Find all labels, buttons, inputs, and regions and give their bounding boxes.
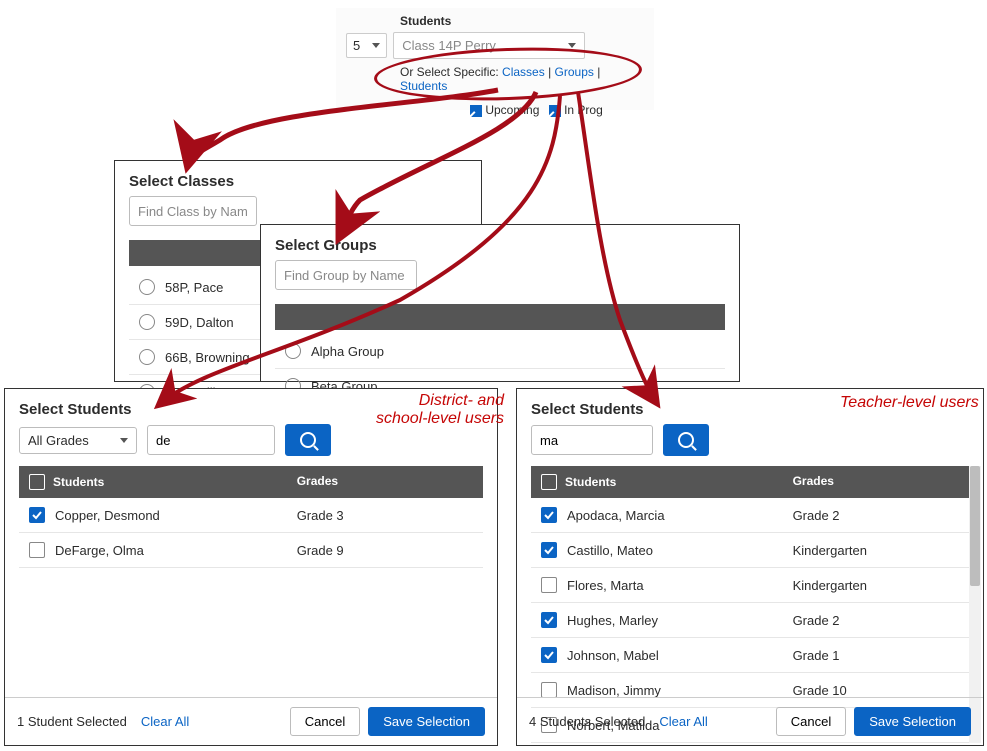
select-all-checkbox[interactable] xyxy=(29,474,45,490)
panel-title: Select Classes xyxy=(115,161,481,196)
radio-icon[interactable] xyxy=(139,349,155,365)
row-checkbox[interactable] xyxy=(541,542,557,558)
student-name: Madison, Jimmy xyxy=(567,683,661,698)
upcoming-checkbox[interactable] xyxy=(470,105,482,117)
student-name: Copper, Desmond xyxy=(55,508,160,523)
table-header: Students Grades xyxy=(531,466,969,498)
status-filters: Upcoming In Prog xyxy=(470,103,644,117)
students-rows: Copper, Desmond Grade 3 DeFarge, Olma Grade… xyxy=(19,498,483,568)
page-size-value: 5 xyxy=(353,38,360,53)
student-grade: Kindergarten xyxy=(783,569,969,602)
col-grades: Grades xyxy=(783,466,969,498)
student-name: Castillo, Mateo xyxy=(567,543,653,558)
table-row[interactable]: Castillo, Mateo Kindergarten xyxy=(531,533,969,568)
selected-count: 4 Students Selected xyxy=(529,714,645,729)
row-checkbox[interactable] xyxy=(29,542,45,558)
student-search-input[interactable] xyxy=(147,425,275,455)
panel-title: Select Groups xyxy=(261,225,739,260)
select-students-panel-district: Select Students All Grades Students Grad… xyxy=(4,388,498,746)
select-all-checkbox[interactable] xyxy=(541,474,557,490)
class-name: 66B, Browning xyxy=(165,350,250,365)
student-grade: Grade 3 xyxy=(287,499,483,532)
col-grades: Grades xyxy=(287,466,483,498)
find-group-input[interactable] xyxy=(275,260,417,290)
panel-footer: 4 Students Selected Clear All Cancel Sav… xyxy=(517,697,983,745)
radio-icon[interactable] xyxy=(139,279,155,295)
col-students: Students xyxy=(565,475,616,489)
row-checkbox[interactable] xyxy=(541,682,557,698)
table-row[interactable]: Apodaca, Marcia Grade 2 xyxy=(531,498,969,533)
chevron-down-icon xyxy=(568,43,576,48)
student-name: Johnson, Mabel xyxy=(567,648,659,663)
radio-icon[interactable] xyxy=(285,343,301,359)
groups-header-bar xyxy=(275,304,725,330)
row-checkbox[interactable] xyxy=(541,612,557,628)
col-students: Students xyxy=(53,475,104,489)
row-checkbox[interactable] xyxy=(29,507,45,523)
annotation-teacher: Teacher-level users xyxy=(840,394,979,412)
panel-footer: 1 Student Selected Clear All Cancel Save… xyxy=(5,697,497,745)
student-grade: Grade 2 xyxy=(783,604,969,637)
clear-all-link[interactable]: Clear All xyxy=(141,714,189,729)
student-grade: Grade 1 xyxy=(783,639,969,672)
class-name: 59D, Dalton xyxy=(165,315,234,330)
inprogress-label: In Prog xyxy=(564,103,603,117)
save-selection-button[interactable]: Save Selection xyxy=(854,707,971,736)
search-button[interactable] xyxy=(663,424,709,456)
class-name: 58P, Pace xyxy=(165,280,223,295)
student-grade: Grade 2 xyxy=(783,499,969,532)
upcoming-label: Upcoming xyxy=(485,103,539,117)
selected-count: 1 Student Selected xyxy=(17,714,127,729)
row-checkbox[interactable] xyxy=(541,647,557,663)
select-groups-panel: Select Groups Alpha Group Beta Group xyxy=(260,224,740,382)
cancel-button[interactable]: Cancel xyxy=(776,707,846,736)
scroll-thumb[interactable] xyxy=(970,466,980,586)
table-row[interactable]: Hughes, Marley Grade 2 xyxy=(531,603,969,638)
link-classes[interactable]: Classes xyxy=(502,65,545,79)
inprogress-checkbox[interactable] xyxy=(549,105,561,117)
or-text: Or Select Specific: xyxy=(400,65,499,79)
search-icon xyxy=(678,432,694,448)
student-grade: Grade 9 xyxy=(287,534,483,567)
link-students[interactable]: Students xyxy=(400,79,447,93)
row-checkbox[interactable] xyxy=(541,507,557,523)
table-header: Students Grades xyxy=(19,466,483,498)
cancel-button[interactable]: Cancel xyxy=(290,707,360,736)
search-icon xyxy=(300,432,316,448)
or-select-specific-line: Or Select Specific: Classes | Groups | S… xyxy=(400,65,644,93)
row-checkbox[interactable] xyxy=(541,577,557,593)
student-name: Apodaca, Marcia xyxy=(567,508,665,523)
link-groups[interactable]: Groups xyxy=(555,65,594,79)
table-row[interactable]: Johnson, Mabel Grade 1 xyxy=(531,638,969,673)
student-search-input[interactable] xyxy=(531,425,653,455)
students-label: Students xyxy=(400,14,644,28)
table-row[interactable]: Copper, Desmond Grade 3 xyxy=(19,498,483,533)
group-name: Alpha Group xyxy=(311,344,384,359)
search-button[interactable] xyxy=(285,424,331,456)
student-name: Hughes, Marley xyxy=(567,613,658,628)
grade-filter-value: All Grades xyxy=(28,433,89,448)
table-row[interactable]: DeFarge, Olma Grade 9 xyxy=(19,533,483,568)
find-class-input[interactable] xyxy=(129,196,257,226)
page-size-select[interactable]: 5 xyxy=(346,33,387,58)
students-class-select[interactable]: Class 14P Perry xyxy=(393,32,585,59)
grade-filter-select[interactable]: All Grades xyxy=(19,427,137,454)
save-selection-button[interactable]: Save Selection xyxy=(368,707,485,736)
select-students-panel-teacher: Select Students Students Grades Apodaca,… xyxy=(516,388,984,746)
chevron-down-icon xyxy=(372,43,380,48)
student-name: DeFarge, Olma xyxy=(55,543,144,558)
students-class-value: Class 14P Perry xyxy=(402,38,496,53)
annotation-district-school: District- and school-level users xyxy=(376,392,504,428)
table-row[interactable]: Flores, Marta Kindergarten xyxy=(531,568,969,603)
radio-icon[interactable] xyxy=(139,314,155,330)
chevron-down-icon xyxy=(120,438,128,443)
clear-all-link[interactable]: Clear All xyxy=(659,714,707,729)
list-item[interactable]: Alpha Group xyxy=(275,334,725,369)
student-name: Flores, Marta xyxy=(567,578,644,593)
top-filter-fragment: Students 5 Class 14P Perry Or Select Spe… xyxy=(336,8,654,110)
student-grade: Kindergarten xyxy=(783,534,969,567)
